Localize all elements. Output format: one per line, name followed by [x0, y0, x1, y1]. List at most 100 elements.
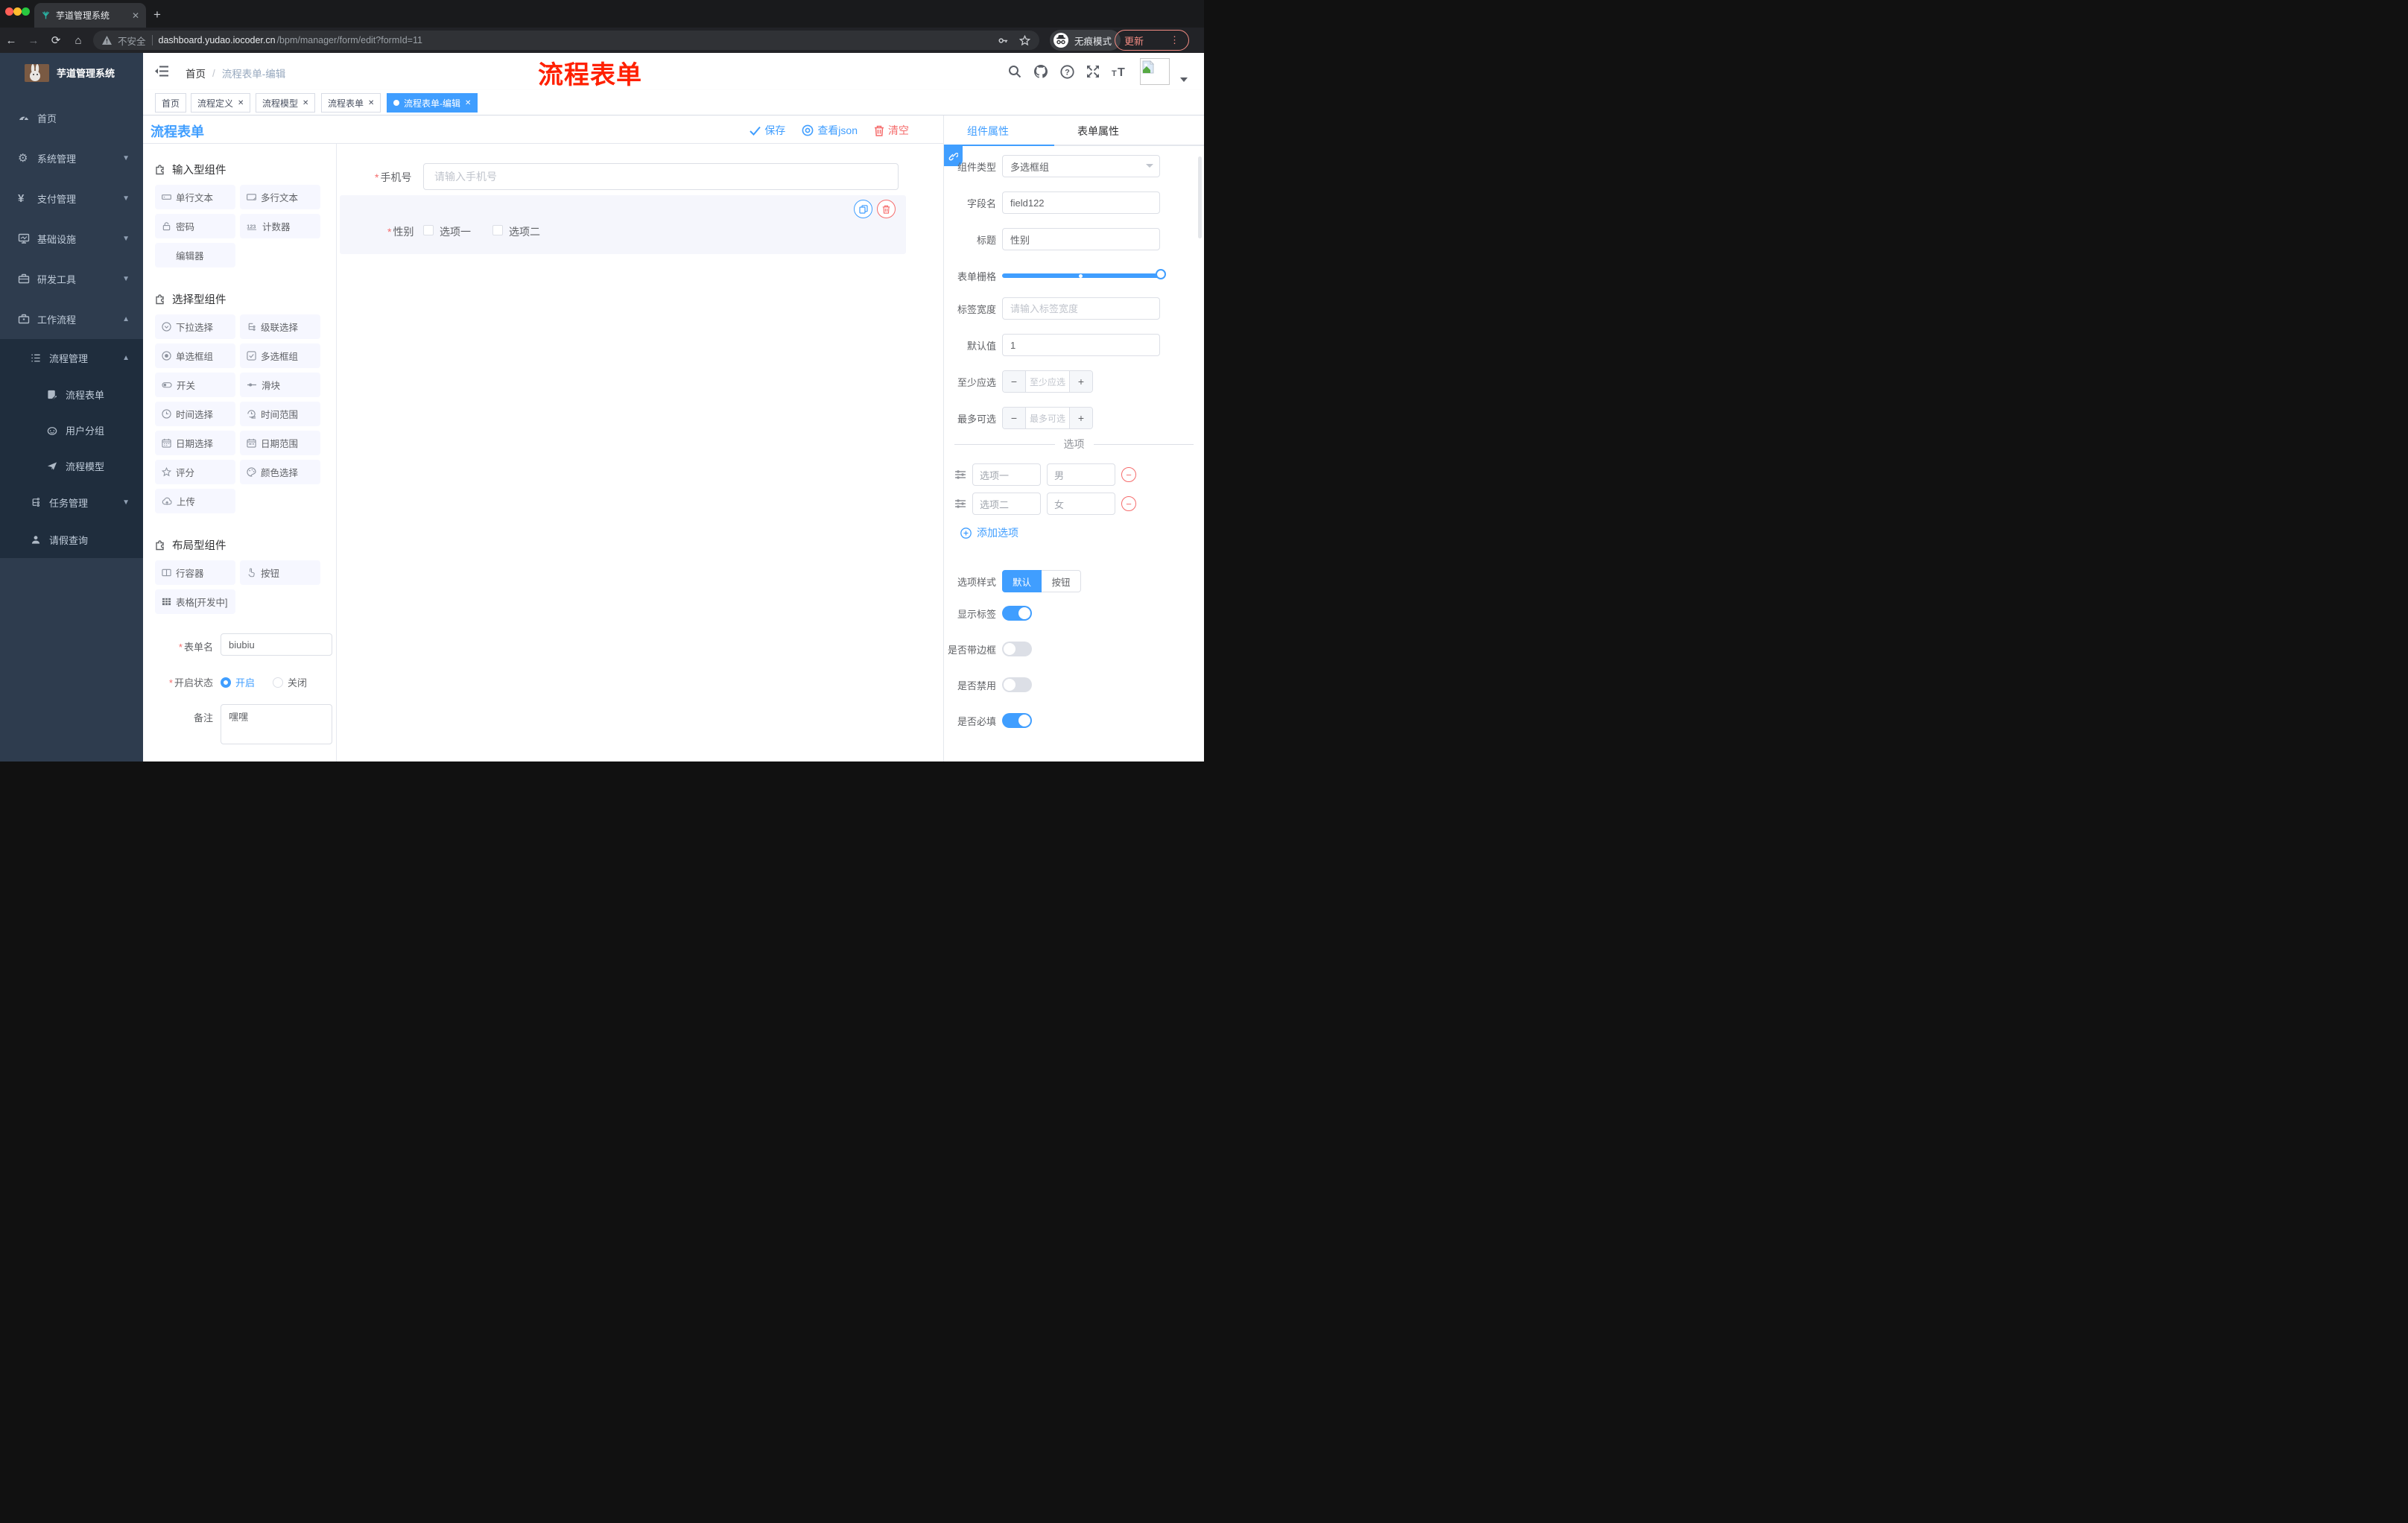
copy-component-button[interactable] — [854, 200, 872, 218]
bookmark-star-icon[interactable] — [1019, 34, 1030, 46]
palette-item-time-range[interactable]: 时间范围 — [240, 402, 320, 426]
minus-button[interactable]: − — [1003, 408, 1025, 428]
close-icon[interactable]: ✕ — [465, 99, 471, 107]
palette-item-single-text[interactable]: 单行文本 — [155, 185, 235, 209]
option2-value-input[interactable] — [1047, 493, 1115, 515]
view-json-button[interactable]: 查看json — [802, 123, 858, 138]
tag-process-model[interactable]: 流程模型 ✕ — [256, 93, 316, 113]
grid-slider[interactable] — [1002, 265, 1166, 287]
help-icon[interactable]: ? — [1060, 64, 1074, 79]
checkbox-option2[interactable] — [492, 225, 503, 235]
palette-item-slider[interactable]: 滑块 — [240, 373, 320, 397]
plus-button[interactable]: + — [1070, 408, 1092, 428]
radio-on-label[interactable]: 开启 — [235, 675, 255, 689]
default-value-input[interactable] — [1002, 334, 1160, 356]
password-key-icon[interactable] — [998, 35, 1009, 46]
close-icon[interactable]: ✕ — [368, 99, 374, 107]
label-width-input[interactable] — [1002, 297, 1160, 320]
remove-option-button[interactable]: − — [1121, 467, 1136, 482]
show-label-toggle[interactable] — [1002, 606, 1032, 621]
palette-item-row-container[interactable]: 行容器 — [155, 560, 235, 585]
fullscreen-icon[interactable] — [1086, 65, 1100, 78]
back-icon[interactable]: ← — [0, 34, 22, 47]
option2-label-input[interactable] — [972, 493, 1041, 515]
macos-zoom-button[interactable] — [22, 7, 30, 16]
palette-item-upload[interactable]: 上传 — [155, 489, 235, 513]
tag-process-form[interactable]: 流程表单 ✕ — [321, 93, 381, 113]
sidebar-item-process-model[interactable]: 流程模型 — [0, 448, 143, 484]
palette-item-date-picker[interactable]: 日期选择 — [155, 431, 235, 455]
user-menu-caret-icon[interactable] — [1180, 77, 1188, 82]
github-icon[interactable] — [1033, 64, 1048, 79]
sidebar-item-system[interactable]: ⚙ 系统管理 ▼ — [0, 138, 143, 178]
avatar[interactable] — [1140, 58, 1170, 85]
palette-item-checkbox-group[interactable]: 多选框组 — [240, 343, 320, 368]
chrome-menu-icon[interactable]: ⋮ — [1170, 34, 1179, 46]
panel-scrollbar[interactable] — [1198, 156, 1202, 238]
palette-item-multi-text[interactable]: 多行文本 — [240, 185, 320, 209]
sidebar-item-home[interactable]: 首页 — [0, 98, 143, 138]
chrome-update-button[interactable]: 更新 ⋮ — [1115, 30, 1189, 51]
tag-process-definition[interactable]: 流程定义 ✕ — [191, 93, 251, 113]
new-tab-button[interactable]: + — [153, 8, 161, 21]
field-name-input[interactable] — [1002, 191, 1160, 214]
font-size-icon[interactable]: TT — [1112, 65, 1128, 78]
forward-icon[interactable]: → — [22, 34, 45, 47]
palette-item-button[interactable]: 按钮 — [240, 560, 320, 585]
drag-handle-icon[interactable] — [954, 498, 966, 509]
max-select-value[interactable]: 最多可选 — [1025, 408, 1070, 428]
address-bar[interactable]: 不安全 dashboard.yudao.iocoder.cn/bpm/manag… — [93, 31, 1039, 50]
tab-close-icon[interactable]: ✕ — [132, 10, 139, 21]
sidebar-item-payment[interactable]: ¥ 支付管理 ▼ — [0, 178, 143, 218]
close-icon[interactable]: ✕ — [238, 99, 244, 107]
sidebar-item-process-form[interactable]: 流程表单 — [0, 376, 143, 412]
macos-minimize-button[interactable] — [13, 7, 22, 16]
sidebar-item-user-group[interactable]: 用户分组 — [0, 412, 143, 448]
radio-on-icon[interactable] — [221, 677, 231, 688]
browser-tab[interactable]: 芋道管理系统 ✕ — [34, 3, 146, 28]
delete-component-button[interactable] — [877, 200, 896, 218]
palette-item-switch[interactable]: 开关 — [155, 373, 235, 397]
component-type-select[interactable] — [1002, 155, 1160, 177]
add-option-button[interactable]: 添加选项 — [960, 525, 1204, 540]
disabled-toggle[interactable] — [1002, 677, 1032, 692]
palette-item-cascader[interactable]: 级联选择 — [240, 314, 320, 339]
with-border-toggle[interactable] — [1002, 642, 1032, 656]
phone-field-input[interactable] — [423, 163, 899, 190]
palette-item-time-picker[interactable]: 时间选择 — [155, 402, 235, 426]
sidebar-item-workflow[interactable]: 工作流程 ▲ — [0, 299, 143, 339]
sidebar-item-process-mgmt[interactable]: 流程管理 ▲ — [0, 339, 143, 376]
search-icon[interactable] — [1008, 65, 1021, 78]
palette-item-table[interactable]: 表格[开发中] — [155, 589, 235, 614]
sidebar-toggle-icon[interactable] — [155, 65, 168, 77]
form-canvas[interactable]: *手机号 *性别 选项一 选项二 — [337, 144, 943, 762]
reload-icon[interactable]: ⟳ — [45, 34, 67, 47]
checkbox-option2-label[interactable]: 选项二 — [509, 224, 540, 239]
palette-item-radio-group[interactable]: 单选框组 — [155, 343, 235, 368]
plus-button[interactable]: + — [1070, 371, 1092, 392]
close-icon[interactable]: ✕ — [302, 99, 308, 107]
sidebar-item-leave-query[interactable]: 请假查询 — [0, 521, 143, 558]
tab-form-props[interactable]: 表单属性 — [1077, 124, 1119, 139]
required-toggle[interactable] — [1002, 713, 1032, 728]
minus-button[interactable]: − — [1003, 371, 1025, 392]
checkbox-option1-label[interactable]: 选项一 — [440, 224, 471, 239]
palette-item-color-picker[interactable]: 颜色选择 — [240, 460, 320, 484]
palette-item-rate[interactable]: 评分 — [155, 460, 235, 484]
macos-close-button[interactable] — [5, 7, 13, 16]
save-button[interactable]: 保存 — [750, 123, 785, 138]
remark-textarea[interactable]: 嘿嘿 — [221, 704, 332, 744]
tag-home[interactable]: 首页 — [155, 93, 187, 113]
radio-off-label[interactable]: 关闭 — [288, 675, 307, 689]
radio-off-icon[interactable] — [273, 677, 284, 688]
tab-component-props[interactable]: 组件属性 — [967, 124, 1009, 139]
form-name-input[interactable] — [221, 633, 332, 656]
tag-process-form-edit[interactable]: 流程表单-编辑 ✕ — [387, 93, 478, 113]
clear-button[interactable]: 清空 — [874, 123, 909, 138]
selected-component-gender[interactable]: * 性别 选项一 选项二 — [340, 195, 906, 254]
style-default-button[interactable]: 默认 — [1002, 570, 1042, 592]
drag-handle-icon[interactable] — [954, 469, 966, 480]
remove-option-button[interactable]: − — [1121, 496, 1136, 511]
sidebar-item-infra[interactable]: 基础设施 ▼ — [0, 218, 143, 259]
checkbox-option1[interactable] — [423, 225, 434, 235]
